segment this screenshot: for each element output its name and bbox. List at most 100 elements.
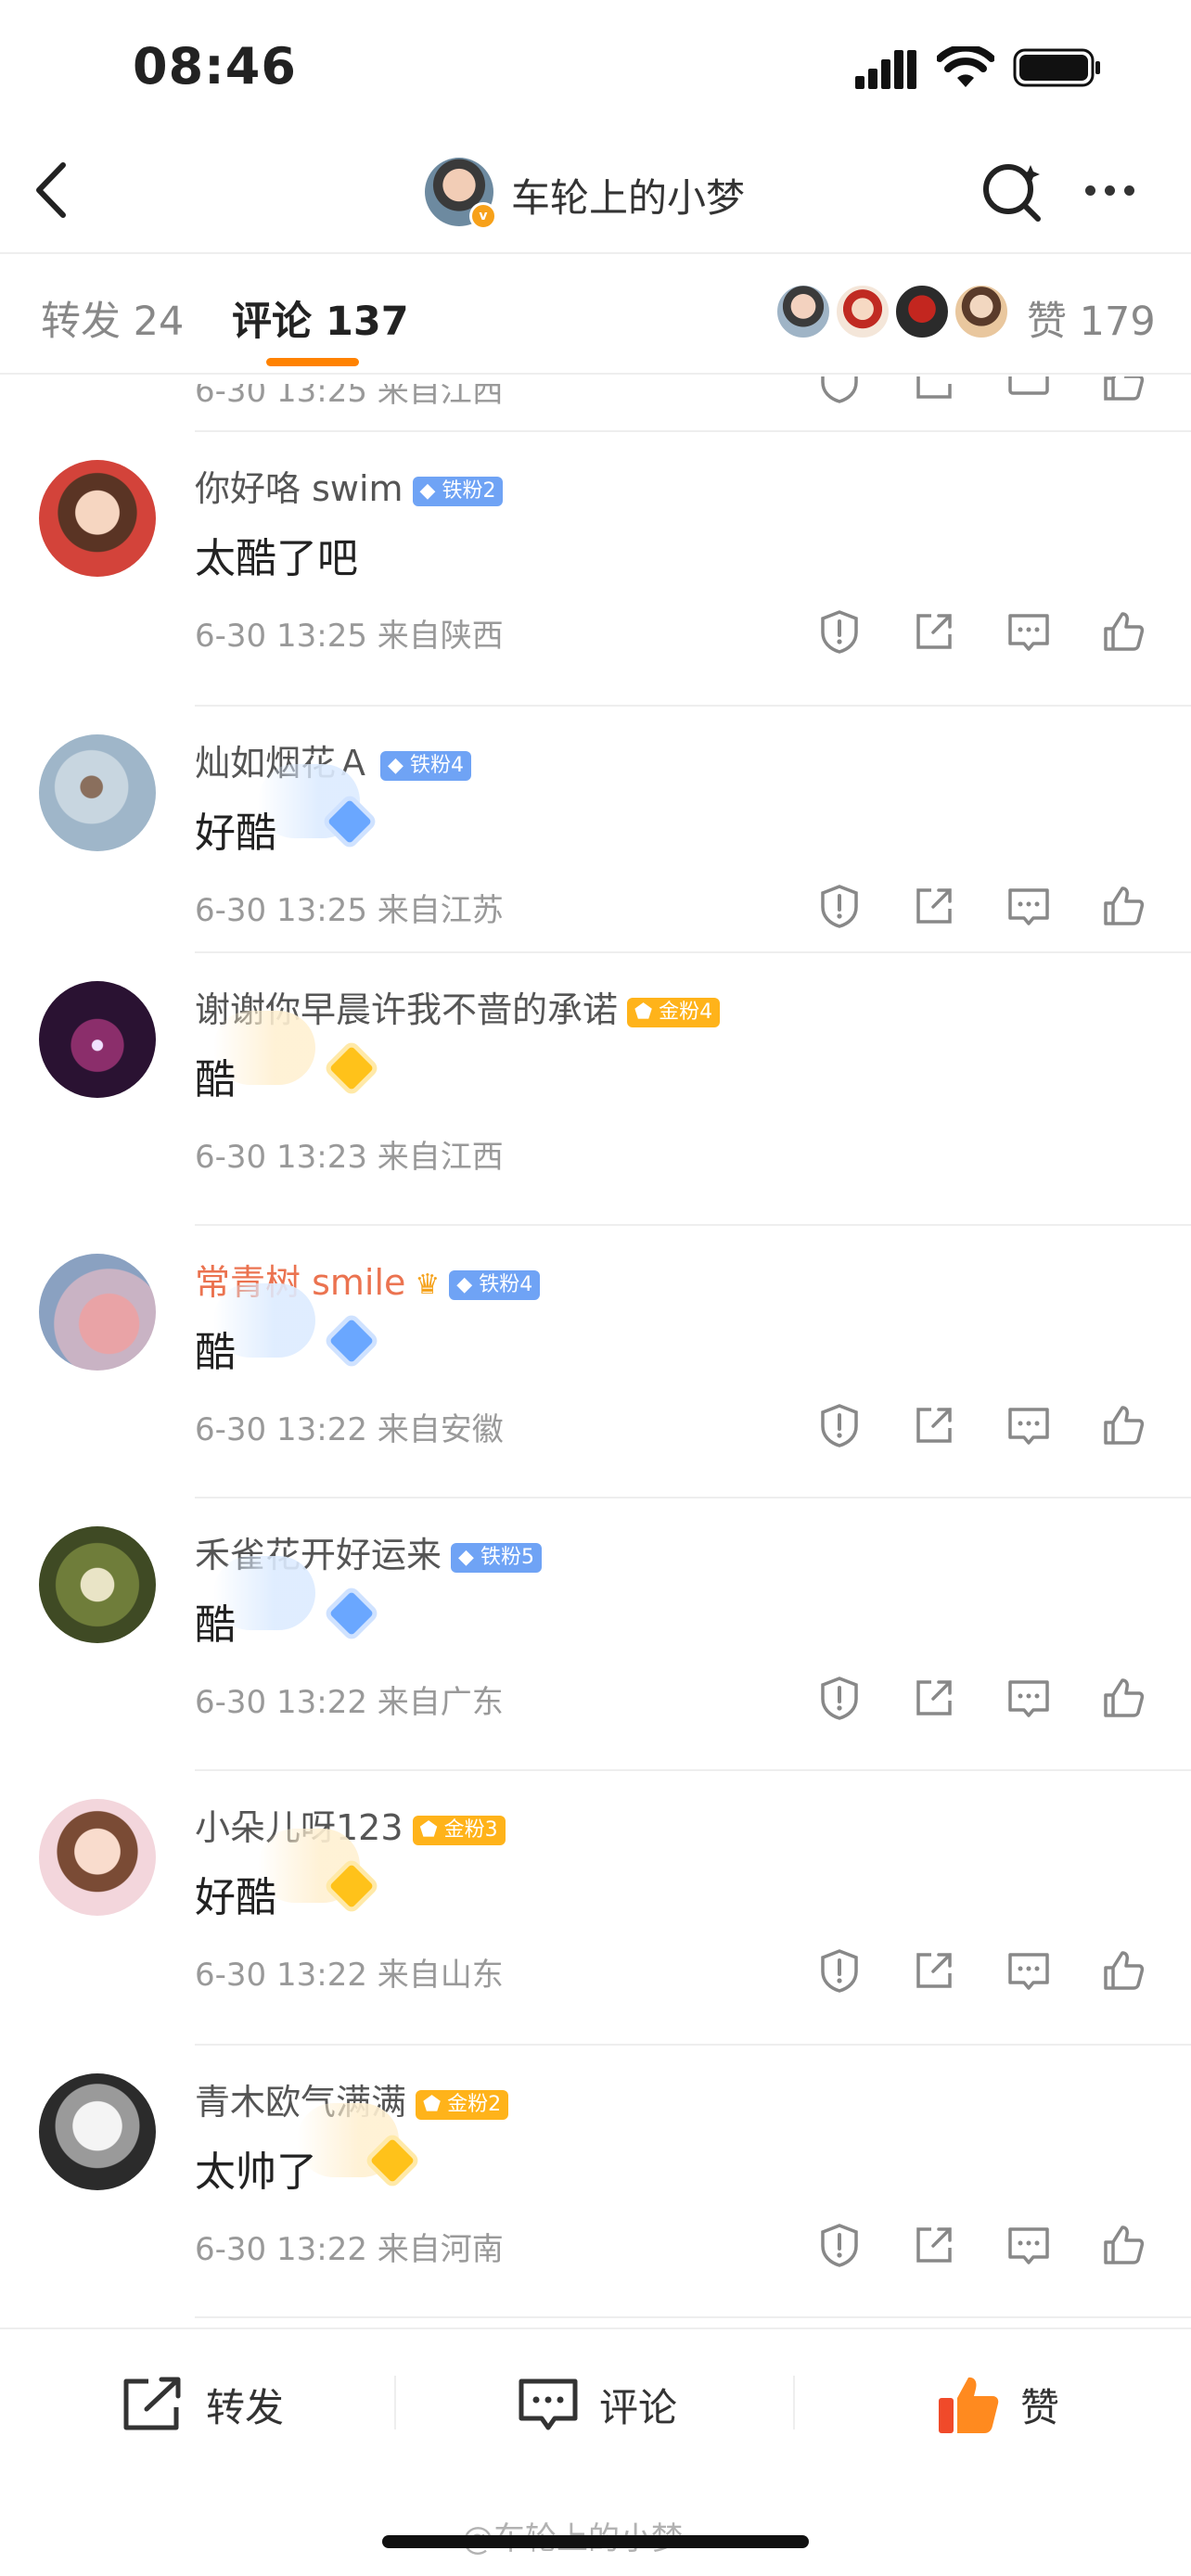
- nav-divider: [0, 252, 1191, 254]
- commenter-avatar[interactable]: [39, 1526, 156, 1643]
- like-icon: [939, 2377, 999, 2433]
- comment-actions: [816, 1402, 1159, 1448]
- comment-item: 小朵儿呀123 ⬟ 金粉3 好酷 6-30 13:22 来自山东: [0, 1771, 1191, 2044]
- like-icon[interactable]: [1100, 2222, 1146, 2268]
- comment-text: 酷: [195, 1329, 236, 1376]
- like-button-label: 赞: [1020, 2384, 1060, 2430]
- like-button[interactable]: 赞: [937, 2372, 1059, 2437]
- reply-icon[interactable]: [1005, 358, 1052, 404]
- comment-item: 常青树 smile ♛ ◆ 铁粉4 酷 6-30 13:22 来自安徽: [0, 1226, 1191, 1498]
- repost-icon[interactable]: [911, 358, 957, 404]
- report-icon[interactable]: [816, 1947, 863, 1994]
- comment-actions: [816, 608, 1159, 655]
- verified-badge-icon: v: [469, 202, 497, 230]
- comment-meta: 6-30 13:22 来自安徽: [195, 1411, 504, 1448]
- fan-badge-label: 铁粉4: [479, 1272, 533, 1296]
- back-icon[interactable]: [28, 158, 74, 223]
- repost-icon[interactable]: [911, 1402, 957, 1448]
- fan-badge-label: 铁粉5: [480, 1545, 534, 1569]
- comment-meta: 6-30 13:25 来自陕西: [195, 618, 504, 655]
- like-icon[interactable]: [1100, 883, 1146, 929]
- reply-icon[interactable]: [1005, 1675, 1052, 1721]
- repost-button[interactable]: 转发: [121, 2372, 284, 2437]
- tab-repost[interactable]: 转发 24: [41, 289, 184, 347]
- repost-icon[interactable]: [911, 883, 957, 929]
- fan-badge: ⬟ 金粉3: [412, 1815, 506, 1845]
- reply-icon[interactable]: [1005, 1402, 1052, 1448]
- reply-icon[interactable]: [1005, 608, 1052, 655]
- reply-icon[interactable]: [1005, 2222, 1052, 2268]
- report-icon[interactable]: [816, 2222, 863, 2268]
- like-icon[interactable]: [1100, 608, 1146, 655]
- commenter-avatar[interactable]: [39, 1254, 156, 1371]
- like-count[interactable]: 赞 179: [1027, 289, 1156, 347]
- comment-item: 灿如烟花Ａ ◆ 铁粉4 好酷 6-30 13:25 来自江苏: [0, 707, 1191, 979]
- more-icon[interactable]: [1085, 182, 1144, 199]
- commenter-avatar[interactable]: [39, 981, 156, 1098]
- repost-icon[interactable]: [911, 1675, 957, 1721]
- fan-badge-label: 铁粉4: [409, 753, 464, 777]
- comment-actions: [816, 1947, 1159, 1994]
- comment-actions: [816, 1675, 1159, 1721]
- like-icon[interactable]: [1100, 1402, 1146, 1448]
- repost-button-label: 转发: [206, 2384, 285, 2430]
- fan-badge: ◆ 铁粉4: [449, 1269, 541, 1300]
- wifi-icon: [937, 46, 994, 87]
- like-icon[interactable]: [1100, 358, 1146, 404]
- comment-meta: 6-30 13:22 来自广东: [195, 1684, 504, 1721]
- comment-text: 好酷: [195, 810, 276, 857]
- reply-icon[interactable]: [1005, 883, 1052, 929]
- author-name[interactable]: 车轮上的小梦: [511, 167, 745, 223]
- repost-icon[interactable]: [911, 1947, 957, 1994]
- fan-badge: ◆ 铁粉2: [412, 476, 504, 506]
- comment-item: 谢谢你早晨许我不啬的承诺 ⬟ 金粉4 酷 6-30 13:23 来自江西: [0, 953, 1191, 1226]
- report-icon[interactable]: [816, 608, 863, 655]
- report-icon[interactable]: [816, 1402, 863, 1448]
- fan-badge-label: 铁粉2: [442, 478, 496, 503]
- status-time: 08:46: [133, 37, 297, 96]
- author-avatar[interactable]: v: [425, 158, 497, 230]
- comment-button[interactable]: 评论: [518, 2372, 677, 2437]
- bottom-bar-divider: [0, 2327, 1191, 2329]
- bottom-bar-separator: [793, 2376, 795, 2429]
- fan-badge: ◆ 铁粉5: [451, 1542, 542, 1573]
- like-icon[interactable]: [1100, 1675, 1146, 1721]
- comment-meta: 6-30 13:22 来自山东: [195, 1957, 504, 1994]
- avatar: [894, 284, 950, 339]
- avatar: [775, 284, 831, 339]
- report-icon[interactable]: [816, 883, 863, 929]
- fan-badge-label: 金粉2: [447, 2092, 502, 2116]
- comment-button-label: 评论: [599, 2384, 678, 2430]
- like-icon[interactable]: [1100, 1947, 1146, 1994]
- home-indicator: [382, 2535, 809, 2548]
- bottom-bar-separator: [394, 2376, 396, 2429]
- commenter-name-text: 你好咯 swim: [195, 468, 403, 509]
- comment-item: 禾雀花开好运来 ◆ 铁粉5 酷 6-30 13:22 来自广东: [0, 1498, 1191, 1771]
- cellular-signal-icon: [855, 50, 916, 89]
- reply-icon[interactable]: [1005, 1947, 1052, 1994]
- report-icon[interactable]: [816, 358, 863, 404]
- search-icon[interactable]: [980, 159, 1045, 224]
- commenter-avatar[interactable]: [39, 1799, 156, 1916]
- comment-item: 你好咯 swim ◆ 铁粉2 太酷了吧 6-30 13:25 来自陕西: [0, 432, 1191, 705]
- report-icon[interactable]: [816, 1675, 863, 1721]
- diamond-icon: [328, 1590, 375, 1637]
- repost-icon[interactable]: [911, 608, 957, 655]
- tabs-divider: [0, 373, 1191, 375]
- tab-comment[interactable]: 评论 137: [232, 289, 409, 347]
- commenter-avatar[interactable]: [39, 460, 156, 577]
- comment-text: 好酷: [195, 1874, 276, 1921]
- commenter-avatar[interactable]: [39, 734, 156, 851]
- fan-badge: ⬟ 金粉2: [416, 2089, 509, 2120]
- fan-badge-label: 金粉4: [659, 1000, 713, 1024]
- commenter-avatar[interactable]: [39, 2073, 156, 2190]
- gold-gem-icon: [328, 1045, 375, 1091]
- comment-text: 酷: [195, 1056, 236, 1103]
- commenter-name[interactable]: 你好咯 swim ◆ 铁粉2: [195, 460, 504, 511]
- fan-badge: ◆ 铁粉4: [380, 750, 471, 781]
- tab-active-indicator: [266, 358, 359, 366]
- repost-icon[interactable]: [911, 2222, 957, 2268]
- comment-meta: 6-30 13:23 来自江西: [195, 1139, 504, 1176]
- comment-actions: [816, 358, 1159, 404]
- comment-text: 太酷了吧: [195, 535, 358, 582]
